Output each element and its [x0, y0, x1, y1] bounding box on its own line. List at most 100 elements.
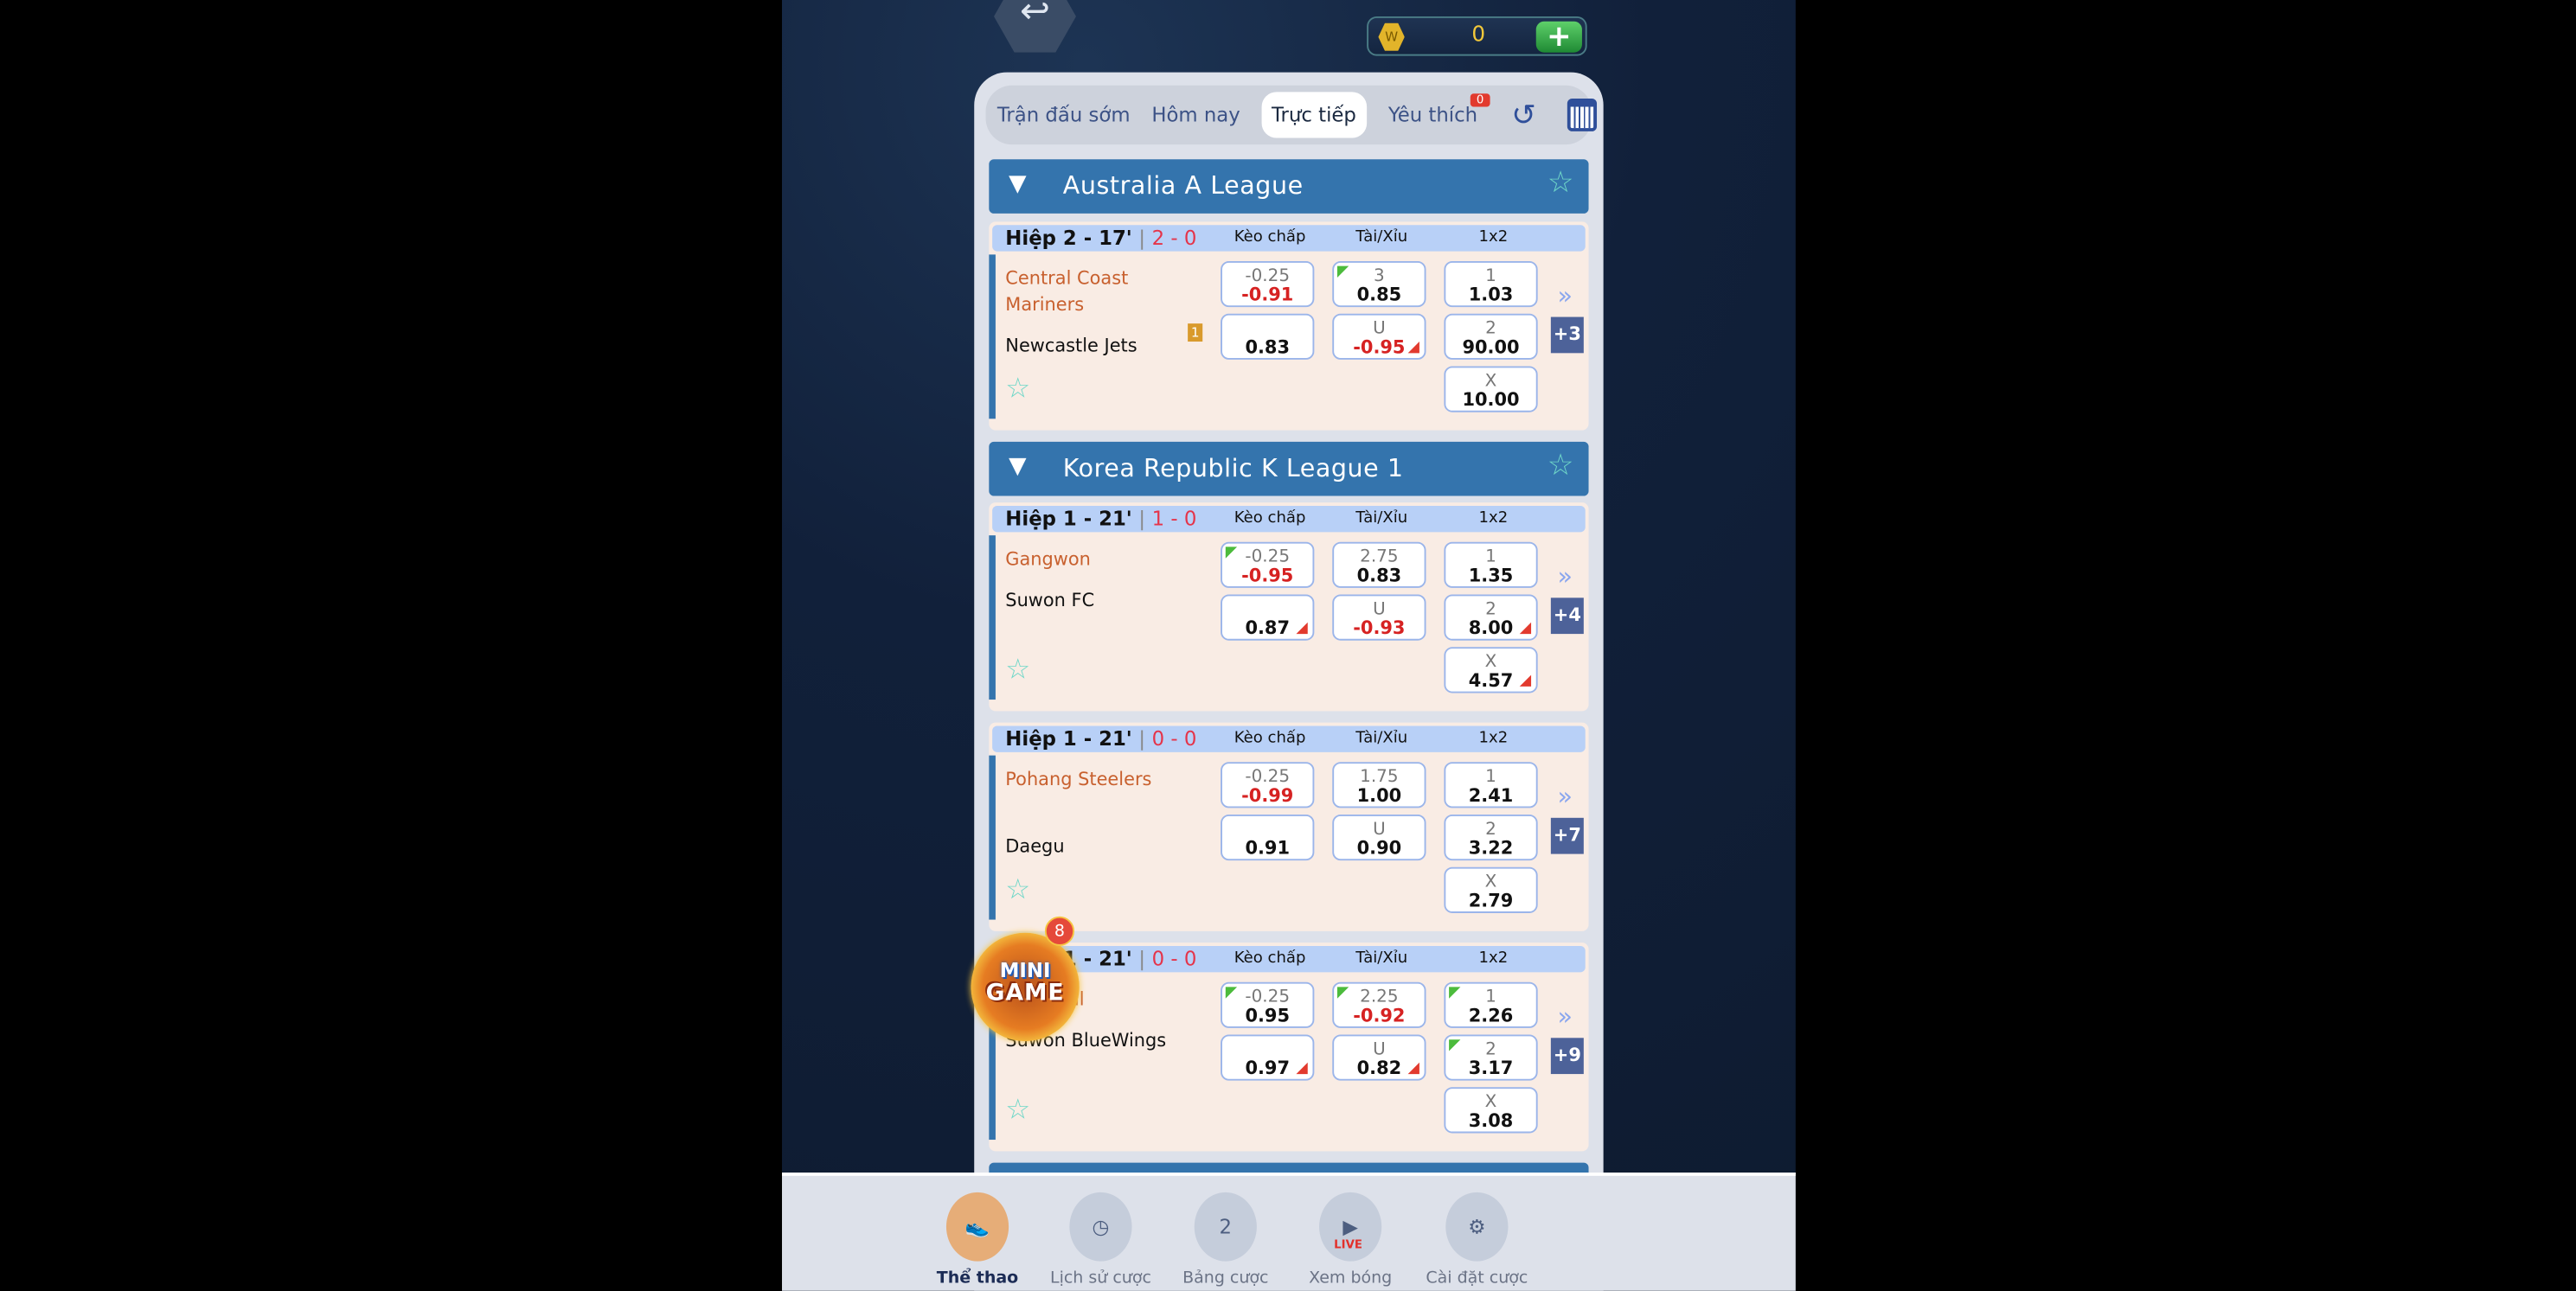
- match-time: Hiệp 1 - 21': [1005, 727, 1132, 751]
- odds-button-one-x-two[interactable]: 1 2.26: [1444, 981, 1538, 1028]
- odds-value: 1.03: [1468, 284, 1514, 306]
- favorite-star-icon[interactable]: ☆: [1005, 654, 1030, 687]
- expand-chevrons-icon[interactable]: »: [1557, 1002, 1572, 1032]
- odds-button-one-x-two[interactable]: 2 8.00: [1444, 594, 1538, 641]
- nav-item-history-clock[interactable]: ◷ Lịch sử cược: [1038, 1192, 1163, 1288]
- odds-button-one-x-two[interactable]: X 2.79: [1444, 866, 1538, 913]
- league-header[interactable]: ▼ Korea Republic K League 1 ☆: [989, 441, 1589, 496]
- odds-value: -0.91: [1241, 284, 1294, 306]
- odds-label: [1222, 820, 1312, 840]
- odds-button-over-under[interactable]: 3 0.85: [1332, 260, 1426, 308]
- minigame-label-mini: MINI: [999, 959, 1051, 982]
- more-markets-button[interactable]: +9: [1550, 1038, 1584, 1075]
- odds-value: 3.17: [1468, 1058, 1514, 1079]
- favorite-star-icon[interactable]: ☆: [1005, 373, 1030, 406]
- odds-button-handicap[interactable]: -0.25 -0.99: [1221, 762, 1315, 808]
- odds-label: 1: [1485, 546, 1496, 567]
- back-button[interactable]: ↩: [994, 0, 1076, 53]
- nav-item-live-video[interactable]: ▶ LIVE Xem bóng: [1288, 1192, 1413, 1288]
- column-header-handicap: Kèo chấp: [1234, 508, 1306, 527]
- odds-button-handicap[interactable]: -0.25 -0.91: [1221, 260, 1315, 308]
- odds-button-over-under[interactable]: 1.75 1.00: [1332, 762, 1426, 808]
- match-period: Hiệp 1 - 21'|0 - 0: [1005, 727, 1196, 751]
- favorite-star-icon[interactable]: ☆: [1548, 166, 1574, 201]
- collapse-triangle-icon[interactable]: ▼: [1009, 453, 1026, 479]
- minigame-button[interactable]: MINI GAME: [971, 932, 1080, 1042]
- match-header: Hiệp 2 - 17' | 2 - 0 Kèo chấp Tài/Xỉu 1x2: [992, 225, 1586, 252]
- odds-label: U: [1373, 819, 1386, 840]
- odds-up-indicator-icon: [1225, 546, 1238, 559]
- match-card: Hiệp 1 - 21' | 0 - 0 Kèo chấp Tài/Xỉu 1x2 Poha…: [989, 722, 1589, 931]
- odds-button-handicap[interactable]: 0.91: [1221, 815, 1315, 861]
- odds-button-one-x-two[interactable]: X 4.57: [1444, 647, 1538, 693]
- odds-value: 90.00: [1462, 336, 1520, 359]
- odds-button-one-x-two[interactable]: 2 90.00: [1444, 313, 1538, 360]
- plus-icon: +: [1547, 19, 1572, 54]
- match-card: Hiệp 2 - 17' | 2 - 0 Kèo chấp Tài/Xỉu 1x2 Cent…: [989, 221, 1589, 431]
- odds-button-one-x-two[interactable]: X 3.08: [1444, 1087, 1538, 1134]
- odds-button-handicap[interactable]: -0.25 0.95: [1221, 981, 1315, 1028]
- settings-gear-icon: ⚙: [1445, 1192, 1509, 1262]
- expand-chevrons-icon[interactable]: »: [1557, 281, 1572, 310]
- odds-button-handicap[interactable]: 0.83: [1221, 313, 1315, 360]
- match-period: Hiệp 1 - 21' | 1 - 0: [1005, 508, 1196, 531]
- odds-value: -0.93: [1353, 617, 1406, 639]
- sports-panel: Trận đấu sớm Hôm nay Trực tiếp Yêu thích…: [974, 72, 1604, 1291]
- odds-button-over-under[interactable]: U 0.90: [1332, 815, 1426, 861]
- odds-button-over-under[interactable]: 2.75 0.83: [1332, 541, 1426, 588]
- league-header[interactable]: ▼ Australia A League ☆: [989, 159, 1589, 214]
- odds-button-over-under[interactable]: 2.25 -0.92: [1332, 981, 1426, 1028]
- expand-chevrons-icon[interactable]: »: [1557, 782, 1572, 811]
- odds-button-handicap[interactable]: -0.25 -0.95: [1221, 541, 1315, 588]
- odds-button-one-x-two[interactable]: 1 2.41: [1444, 762, 1538, 808]
- nav-item-soccer-shoe[interactable]: 👟 Thể thao: [915, 1192, 1040, 1288]
- column-header-one-x-two: 1x2: [1478, 508, 1509, 527]
- odds-button-one-x-two[interactable]: 1 1.03: [1444, 260, 1538, 308]
- odds-value: 0.90: [1356, 837, 1402, 860]
- match-time: Hiệp 1 - 21': [1005, 507, 1132, 531]
- more-markets-button[interactable]: +7: [1550, 817, 1584, 854]
- odds-up-indicator-icon: [1225, 987, 1238, 999]
- odds-button-handicap[interactable]: 0.97: [1221, 1034, 1315, 1081]
- odds-button-over-under[interactable]: U 0.82: [1332, 1034, 1426, 1081]
- separator: |: [1138, 947, 1146, 971]
- odds-label: 1: [1485, 265, 1496, 286]
- separator: |: [1138, 727, 1146, 751]
- odds-button-over-under[interactable]: U -0.93: [1332, 594, 1426, 641]
- column-header-handicap: Kèo chấp: [1234, 227, 1306, 246]
- odds-value: 0.95: [1245, 1005, 1290, 1026]
- nav-item-leaderboard[interactable]: 2 Bảng cược: [1163, 1192, 1288, 1288]
- odds-button-one-x-two[interactable]: X 10.00: [1444, 366, 1538, 412]
- odds-button-one-x-two[interactable]: 2 3.17: [1444, 1034, 1538, 1081]
- odds-button-handicap[interactable]: 0.87: [1221, 594, 1315, 641]
- odds-label: 2: [1485, 599, 1496, 619]
- odds-up-indicator-icon: [1336, 265, 1349, 278]
- live-text: LIVE: [1334, 1237, 1362, 1252]
- away-team: Newcastle Jets: [1005, 335, 1137, 357]
- nav-label: Lịch sử cược: [1050, 1269, 1151, 1288]
- favorite-star-icon[interactable]: ☆: [1005, 873, 1030, 906]
- odds-button-one-x-two[interactable]: 1 1.35: [1444, 541, 1538, 588]
- odds-value: 3.08: [1468, 1109, 1514, 1132]
- odds-up-indicator-icon: [1449, 1039, 1461, 1051]
- nav-label: Xem bóng: [1309, 1269, 1393, 1288]
- column-header-over-under: Tài/Xỉu: [1355, 508, 1408, 527]
- odds-value: 2.79: [1468, 890, 1514, 912]
- odds-value: 3.22: [1468, 837, 1514, 860]
- collapse-triangle-icon[interactable]: ▼: [1009, 171, 1026, 197]
- favorite-star-icon[interactable]: ☆: [1548, 448, 1574, 483]
- favorite-star-icon[interactable]: ☆: [1005, 1094, 1030, 1127]
- odds-button-over-under[interactable]: U -0.95: [1332, 313, 1426, 360]
- more-markets-button[interactable]: +4: [1550, 598, 1584, 635]
- nav-label: Bảng cược: [1182, 1269, 1269, 1288]
- odds-value: 10.00: [1462, 389, 1520, 411]
- nav-item-settings-gear[interactable]: ⚙ Cài đặt cược: [1414, 1192, 1539, 1288]
- more-markets-button[interactable]: +3: [1550, 316, 1584, 354]
- away-team: Daegu: [1005, 835, 1065, 858]
- expand-chevrons-icon[interactable]: »: [1557, 562, 1572, 591]
- add-coins-button[interactable]: +: [1535, 19, 1582, 54]
- match-score: 0 - 0: [1151, 947, 1197, 971]
- odds-button-one-x-two[interactable]: 2 3.22: [1444, 815, 1538, 861]
- odds-value: 0.83: [1245, 336, 1290, 359]
- column-header-over-under: Tài/Xỉu: [1355, 227, 1408, 246]
